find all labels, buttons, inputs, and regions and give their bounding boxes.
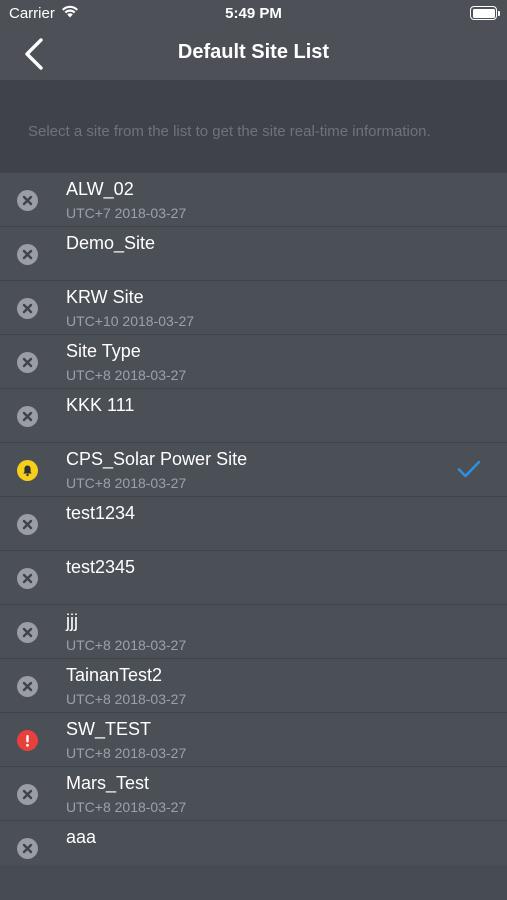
navigation-bar: Default Site List <box>0 28 507 80</box>
site-timezone-date: UTC+8 2018-03-27 <box>66 637 187 653</box>
checkmark-icon <box>457 459 481 479</box>
instruction-header: Select a site from the list to get the s… <box>0 80 507 173</box>
site-row[interactable]: Demo_Site <box>0 227 507 281</box>
close-circle-icon <box>17 352 38 373</box>
site-timezone-date: UTC+8 2018-03-27 <box>66 691 187 707</box>
list-footer <box>0 865 507 900</box>
site-row[interactable]: KKK 111 <box>0 389 507 443</box>
site-timezone-date: UTC+8 2018-03-27 <box>66 475 187 491</box>
site-row[interactable]: test1234 <box>0 497 507 551</box>
site-name: SW_TEST <box>66 719 152 739</box>
site-row[interactable]: jjj UTC+8 2018-03-27 <box>0 605 507 659</box>
alert-icon <box>17 730 38 751</box>
site-name: jjj <box>66 611 78 631</box>
close-circle-icon <box>17 406 38 427</box>
close-circle-icon <box>17 622 38 643</box>
site-timezone-date: UTC+8 2018-03-27 <box>66 799 187 815</box>
bell-icon <box>17 460 38 481</box>
close-circle-icon <box>17 298 38 319</box>
status-time: 5:49 PM <box>225 5 282 22</box>
site-name: Demo_Site <box>66 233 156 253</box>
site-name: aaa <box>66 827 97 847</box>
site-row[interactable]: test2345 <box>0 551 507 605</box>
site-list: ALW_02 UTC+7 2018-03-27 Demo_Site KRW Site U… <box>0 173 507 875</box>
site-name: test2345 <box>66 557 136 577</box>
page-title: Default Site List <box>177 41 330 63</box>
site-row[interactable]: CPS_Solar Power Site UTC+8 2018-03-27 <box>0 443 507 497</box>
battery-icon <box>470 6 500 20</box>
site-row[interactable]: Mars_Test UTC+8 2018-03-27 <box>0 767 507 821</box>
app-screen: Carrier 5:49 PM Default Site List Select… <box>0 0 507 900</box>
site-row[interactable]: ALW_02 UTC+7 2018-03-27 <box>0 173 507 227</box>
site-name: CPS_Solar Power Site <box>66 449 248 469</box>
site-row[interactable]: Site Type UTC+8 2018-03-27 <box>0 335 507 389</box>
close-circle-icon <box>17 838 38 859</box>
site-timezone-date: UTC+7 2018-03-27 <box>66 205 187 221</box>
close-circle-icon <box>17 784 38 805</box>
site-timezone-date: UTC+10 2018-03-27 <box>66 313 195 329</box>
close-circle-icon <box>17 514 38 535</box>
close-circle-icon <box>17 676 38 697</box>
close-circle-icon <box>17 568 38 589</box>
site-row[interactable]: TainanTest2 UTC+8 2018-03-27 <box>0 659 507 713</box>
status-bar: Carrier 5:49 PM <box>0 0 507 28</box>
site-name: KKK 111 <box>66 395 135 415</box>
site-name: ALW_02 <box>66 179 134 199</box>
site-row[interactable]: KRW Site UTC+10 2018-03-27 <box>0 281 507 335</box>
close-circle-icon <box>17 190 38 211</box>
site-name: KRW Site <box>66 287 144 307</box>
close-circle-icon <box>17 244 38 265</box>
site-name: test1234 <box>66 503 136 523</box>
site-timezone-date: UTC+8 2018-03-27 <box>66 745 187 761</box>
site-name: TainanTest2 <box>66 665 163 685</box>
site-name: Site Type <box>66 341 141 361</box>
instruction-text: Select a site from the list to get the s… <box>28 123 431 140</box>
site-timezone-date: UTC+8 2018-03-27 <box>66 367 187 383</box>
site-name: Mars_Test <box>66 773 150 793</box>
site-row[interactable]: SW_TEST UTC+8 2018-03-27 <box>0 713 507 767</box>
